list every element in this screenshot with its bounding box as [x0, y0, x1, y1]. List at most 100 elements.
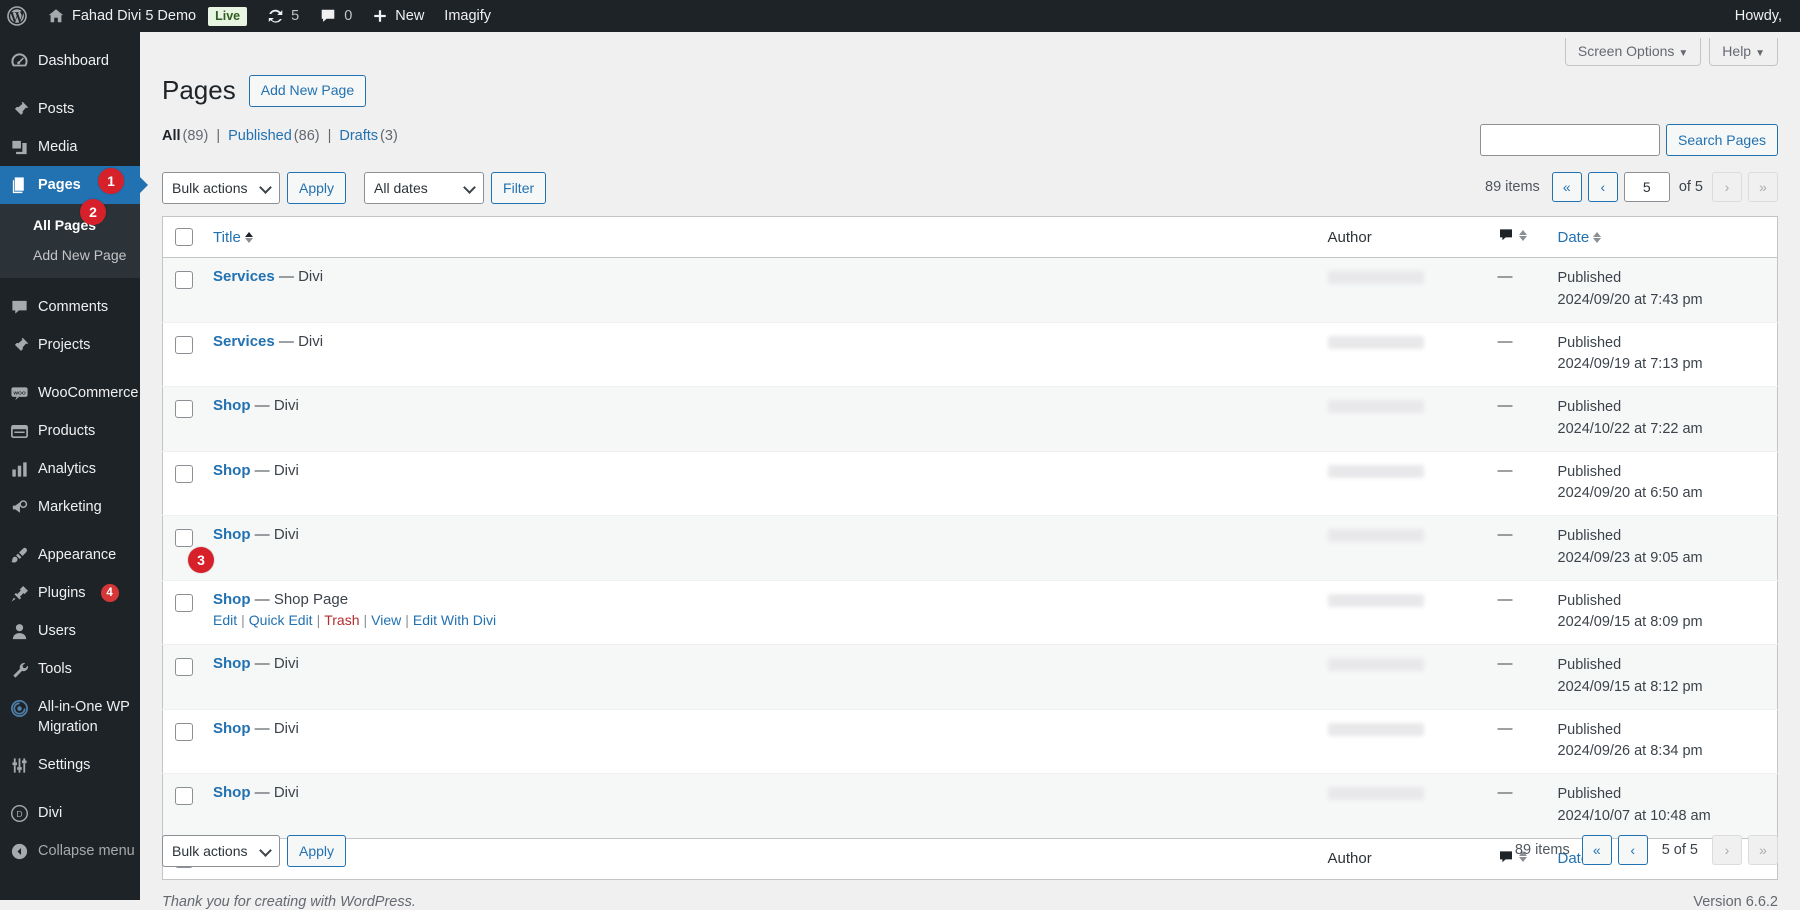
post-status: Published — [1557, 334, 1622, 351]
row-author-cell — [1317, 708, 1488, 774]
apply-bulk-action-button-top[interactable]: Apply — [287, 172, 347, 204]
live-status[interactable]: Live — [206, 0, 257, 32]
page-title-link[interactable]: Shop — Divi — [213, 720, 299, 737]
help-button[interactable]: Help ▼ — [1709, 38, 1778, 66]
page-title-suffix: — Divi — [250, 784, 299, 801]
sidebar-item-all-in-one-wp-migration[interactable]: All-in-One WP Migration — [0, 688, 140, 746]
table-row[interactable]: Shop — Shop Page Edit | Quick Edit | Trash | V… — [162, 579, 1778, 645]
filter-link-all[interactable]: All — [162, 128, 181, 144]
row-checkbox[interactable] — [175, 335, 193, 354]
screen-options-label: Screen Options — [1577, 43, 1675, 59]
table-row[interactable]: Services — Divi — Published 2024/09/19 a… — [162, 321, 1778, 387]
bulk-actions-select-bottom[interactable]: Bulk actions — [162, 835, 280, 867]
sidebar-item-products[interactable]: Products — [0, 412, 140, 450]
sidebar-item-marketing[interactable]: Marketing — [0, 488, 140, 526]
date-filter-select[interactable]: All dates — [364, 172, 485, 204]
new-content-menu[interactable]: New — [362, 0, 434, 32]
prev-page-button-bottom[interactable]: ‹ — [1617, 835, 1648, 865]
sidebar-item-woocommerce[interactable]: WOO WooCommerce — [0, 374, 140, 412]
sidebar-item-collapse-menu[interactable]: Collapse menu — [0, 832, 140, 870]
row-action-trash[interactable]: Trash — [324, 612, 359, 628]
imagify-menu[interactable]: Imagify — [434, 0, 501, 32]
chevron-down-icon: ▼ — [1755, 48, 1765, 59]
sidebar-subitem-all-pages[interactable]: All Pages — [0, 210, 140, 240]
page-title-link[interactable]: Shop — Divi — [213, 462, 299, 479]
sidebar-item-media[interactable]: Media — [0, 128, 140, 166]
add-new-page-button[interactable]: Add New Page — [248, 74, 367, 108]
wp-logo-menu[interactable] — [0, 0, 37, 32]
row-checkbox[interactable] — [175, 400, 193, 419]
sidebar-item-plugins[interactable]: Plugins 4 — [0, 574, 140, 612]
apply-bulk-action-button-bottom[interactable]: Apply — [287, 835, 347, 867]
current-page-input-top[interactable] — [1623, 172, 1670, 202]
table-row[interactable]: Services — Divi — Published 2024/09/20 a… — [162, 257, 1778, 323]
table-row[interactable]: Shop — Divi — Published 2024/09/23 at 9:… — [162, 515, 1778, 580]
page-title-link[interactable]: Shop — Divi — [213, 655, 299, 672]
row-author-cell — [1317, 321, 1488, 387]
page-title-link[interactable]: Shop — Divi — [213, 784, 299, 801]
row-checkbox[interactable] — [175, 271, 193, 290]
table-row[interactable]: Shop — Divi — Published 2024/10/07 at 10… — [162, 773, 1778, 838]
row-checkbox[interactable] — [175, 593, 193, 612]
search-pages-button[interactable]: Search Pages — [1666, 124, 1778, 156]
sort-by-title-link-top[interactable]: Title — [213, 229, 253, 246]
post-status: Published — [1557, 657, 1622, 673]
post-date: 2024/09/26 at 8:34 pm — [1557, 743, 1703, 760]
first-page-button-top[interactable]: « — [1551, 172, 1582, 202]
sidebar-item-tools[interactable]: Tools — [0, 650, 140, 688]
row-action-quick-edit[interactable]: Quick Edit — [249, 612, 313, 628]
sidebar-item-dashboard[interactable]: Dashboard — [0, 42, 140, 80]
table-row[interactable]: Shop — Divi — Published 2024/09/20 at 6:… — [162, 450, 1778, 516]
sidebar-item-appearance[interactable]: Appearance — [0, 536, 140, 574]
row-checkbox[interactable] — [175, 722, 193, 741]
page-title-text: Shop — [213, 784, 251, 801]
column-author-label: Author — [1327, 228, 1372, 246]
row-author-cell — [1317, 773, 1488, 838]
filter-link-drafts[interactable]: Drafts — [339, 128, 378, 144]
row-author-cell — [1318, 258, 1488, 323]
row-comments-cell: — — [1487, 644, 1548, 709]
page-title-link[interactable]: Shop — Shop Page — [213, 591, 348, 608]
table-row[interactable]: Shop — Divi — Published 2024/09/15 at 8:… — [162, 644, 1778, 709]
sidebar-item-comments[interactable]: Comments — [0, 288, 140, 326]
table-row[interactable]: Shop — Divi — Published 2024/10/22 at 7:… — [162, 386, 1778, 451]
search-input[interactable] — [1480, 124, 1661, 156]
page-title-link[interactable]: Shop — Divi — [213, 397, 299, 414]
bulk-actions-select-top[interactable]: Bulk actions — [162, 172, 280, 204]
row-checkbox[interactable] — [175, 529, 193, 548]
row-checkbox[interactable] — [175, 658, 193, 677]
sidebar-item-analytics[interactable]: Analytics — [0, 450, 140, 488]
sidebar-subitem-add-new-page[interactable]: Add New Page — [0, 240, 140, 270]
sidebar-item-settings[interactable]: Settings — [0, 746, 140, 784]
page-title-link[interactable]: Services — Divi — [213, 333, 323, 350]
row-action-edit-with-divi[interactable]: Edit With Divi — [413, 612, 496, 628]
filter-button[interactable]: Filter — [491, 172, 547, 204]
row-action-view[interactable]: View — [371, 612, 401, 628]
sort-by-date-link-top[interactable]: Date — [1558, 229, 1602, 246]
comments-menu[interactable]: 0 — [309, 0, 362, 32]
sidebar-item-label: Dashboard — [38, 53, 109, 69]
sidebar-item-projects[interactable]: Projects — [0, 326, 140, 364]
wordpress-link[interactable]: WordPress — [340, 894, 412, 910]
site-name-label: Fahad Divi 5 Demo — [72, 8, 197, 24]
filter-link-published[interactable]: Published — [228, 128, 292, 144]
my-account-menu[interactable]: Howdy, — [1725, 0, 1800, 32]
page-title-link[interactable]: Services — Divi — [213, 268, 323, 285]
select-all-checkbox-top[interactable] — [175, 228, 193, 247]
table-row[interactable]: Shop — Divi — Published 2024/09/26 at 8:… — [162, 708, 1778, 774]
prev-page-button-top[interactable]: ‹ — [1587, 172, 1618, 202]
sidebar-item-posts[interactable]: Posts — [0, 90, 140, 128]
updates-menu[interactable]: 5 — [257, 0, 309, 32]
site-name-menu[interactable]: Fahad Divi 5 Demo — [37, 0, 206, 32]
first-page-button-bottom[interactable]: « — [1581, 835, 1612, 865]
sidebar-item-users[interactable]: Users — [0, 612, 140, 650]
sidebar-item-label: Plugins — [38, 585, 86, 601]
screen-options-button[interactable]: Screen Options ▼ — [1564, 38, 1702, 66]
page-title-link[interactable]: Shop — Divi — [213, 526, 299, 543]
row-action-edit[interactable]: Edit — [213, 612, 237, 628]
page-status-bottom: 5 of 5 — [1661, 842, 1698, 858]
sort-by-comments-link-top[interactable] — [1498, 227, 1527, 243]
row-checkbox[interactable] — [175, 787, 193, 806]
sidebar-item-divi[interactable]: D Divi — [0, 794, 140, 832]
row-checkbox[interactable] — [175, 464, 193, 483]
